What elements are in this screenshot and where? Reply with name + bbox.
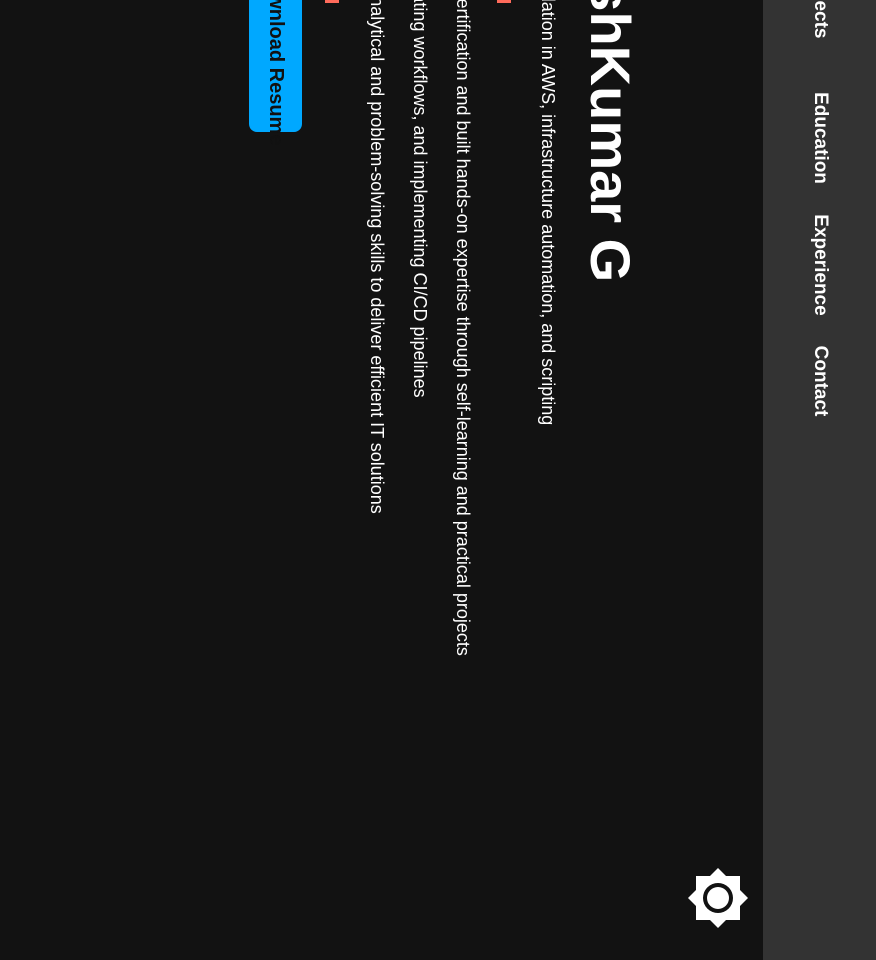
theme-toggle-button[interactable] (686, 866, 750, 930)
nav-link-education[interactable]: Education (809, 92, 831, 184)
accent-mark-1 (497, 0, 511, 3)
nav-link-projects[interactable]: Projects (809, 0, 831, 38)
accent-mark-2 (325, 0, 339, 3)
download-resume-label: Download Resume (264, 0, 287, 146)
hero-line-4: analytical and problem-solving skills to… (367, 0, 387, 514)
hero-name: aruneshKumar G (579, 0, 642, 283)
hero-line-2: AWS certification and built hands-on exp… (453, 0, 473, 656)
hero-line-1: Strong foundation in AWS, infrastructure… (538, 0, 558, 426)
sun-icon (688, 868, 748, 928)
hero-line-3: automating workflows, and implementing C… (410, 0, 430, 398)
page: Projects Education Experience Contact ar… (0, 0, 876, 960)
download-resume-button[interactable]: Download Resume (249, 0, 302, 145)
nav-link-contact[interactable]: Contact (809, 346, 831, 417)
nav-link-experience[interactable]: Experience (809, 214, 831, 315)
